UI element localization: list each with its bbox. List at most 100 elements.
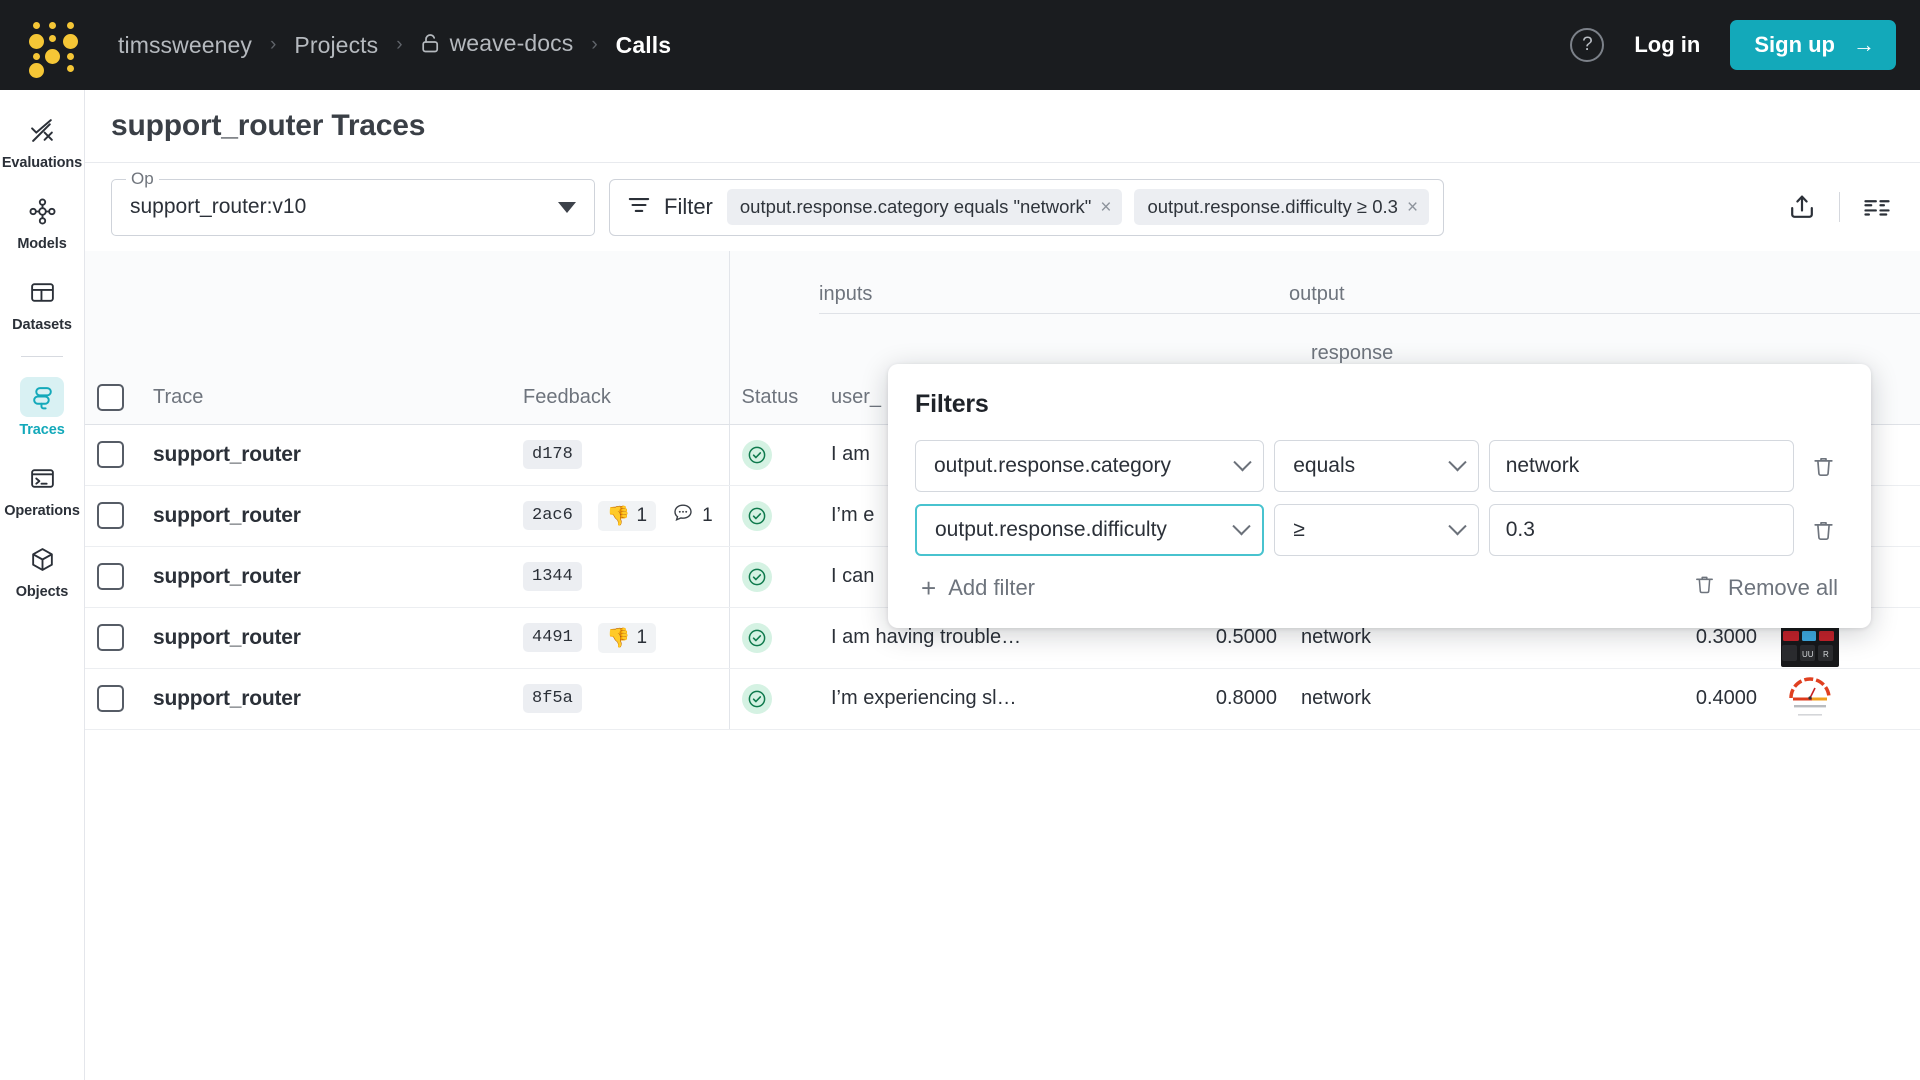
left-sidebar: Evaluations Models Datasets Traces Opera… xyxy=(0,90,85,1080)
close-icon[interactable]: × xyxy=(1100,198,1111,217)
remove-all-button[interactable]: Remove all xyxy=(1687,569,1844,606)
feedback-cell: 1344 xyxy=(523,562,717,591)
call-id: 1344 xyxy=(523,562,582,591)
trace-name[interactable]: support_router xyxy=(153,443,301,466)
delete-filter-button-1[interactable] xyxy=(1804,444,1844,488)
delete-filter-button-2[interactable] xyxy=(1804,508,1844,552)
filter-operator-value: ≥ xyxy=(1293,518,1305,541)
select-all-checkbox[interactable] xyxy=(97,383,124,411)
confidence-cell: 0.8000 xyxy=(1169,668,1289,730)
svg-text:UU: UU xyxy=(1802,650,1814,659)
trace-name[interactable]: support_router xyxy=(153,687,301,710)
filter-chip-difficulty[interactable]: output.response.difficulty ≥ 0.3 × xyxy=(1134,189,1430,225)
trace-name[interactable]: support_router xyxy=(153,565,301,588)
filter-field-value: output.response.difficulty xyxy=(935,518,1167,541)
objects-icon xyxy=(20,539,64,579)
login-link[interactable]: Log in xyxy=(1634,32,1700,58)
chevron-down-icon xyxy=(1447,452,1467,471)
note-badge[interactable]: 1 xyxy=(672,502,713,530)
signup-button[interactable]: Sign up → xyxy=(1730,20,1896,70)
arrow-right-icon: → xyxy=(1853,32,1875,57)
thumbs-down-count: 1 xyxy=(636,504,648,526)
filter-label: Filter xyxy=(664,194,713,219)
row-checkbox[interactable] xyxy=(97,685,124,712)
sidebar-label: Datasets xyxy=(12,317,72,333)
comment-icon xyxy=(672,502,694,530)
thumbs-down-count: 1 xyxy=(636,626,648,648)
note-count: 1 xyxy=(702,504,713,526)
table-row[interactable]: support_router 8f5a I’m experiencing sl…… xyxy=(85,668,1920,730)
op-select[interactable]: Op support_router:v10 xyxy=(111,168,595,236)
status-success-icon xyxy=(741,439,772,470)
filter-operator-value: equals xyxy=(1293,454,1356,477)
thumbs-down-icon: 👎 xyxy=(606,505,631,527)
column-header-feedback[interactable]: Feedback xyxy=(511,371,730,425)
row-checkbox[interactable] xyxy=(97,563,124,590)
breadcrumb-item-projects[interactable]: Projects xyxy=(290,32,382,59)
breadcrumb-item-project[interactable]: weave-docs xyxy=(417,30,578,60)
breadcrumb-item-calls[interactable]: Calls xyxy=(612,32,675,59)
filter-bar[interactable]: Filter output.response.category equals "… xyxy=(609,178,1445,236)
filter-field-value: output.response.category xyxy=(934,454,1171,477)
difficulty-cell: 0.4000 xyxy=(1629,668,1769,730)
filter-field-select-1[interactable]: output.response.category xyxy=(915,440,1265,492)
thumbnail-gauge-chart[interactable] xyxy=(1781,669,1839,728)
filter-operator-select-1[interactable]: equals xyxy=(1274,440,1479,492)
filters-popover-footer: + Add filter Remove all xyxy=(915,569,1844,606)
trace-name[interactable]: support_router xyxy=(153,626,301,649)
help-icon[interactable]: ? xyxy=(1570,28,1605,62)
breadcrumb-item-user[interactable]: timssweeney xyxy=(114,32,256,59)
column-settings-icon[interactable] xyxy=(1862,192,1892,222)
call-id: d178 xyxy=(523,440,582,469)
sidebar-item-traces[interactable]: Traces xyxy=(5,371,79,443)
filter-operator-select-2[interactable]: ≥ xyxy=(1274,504,1479,556)
breadcrumb: timssweeney › Projects › weave-docs › Ca… xyxy=(114,30,675,60)
sidebar-item-models[interactable]: Models xyxy=(5,185,79,257)
sidebar-item-evaluations[interactable]: Evaluations xyxy=(2,104,82,176)
plus-icon: + xyxy=(921,572,937,603)
row-checkbox[interactable] xyxy=(97,624,124,651)
breadcrumb-project-label: weave-docs xyxy=(449,30,574,56)
group-header-inputs: inputs xyxy=(819,251,1169,314)
export-icon[interactable] xyxy=(1787,192,1817,222)
filter-value-input-2[interactable] xyxy=(1488,504,1794,556)
thumbs-down-badge[interactable]: 👎 1 xyxy=(597,500,657,531)
svg-text:R: R xyxy=(1823,650,1829,659)
status-success-icon xyxy=(741,622,772,653)
chevron-down-icon xyxy=(1232,516,1251,535)
sidebar-item-objects[interactable]: Objects xyxy=(5,533,79,605)
toolbar-actions xyxy=(1787,192,1898,222)
column-header-status[interactable]: Status xyxy=(729,371,819,425)
sidebar-label: Models xyxy=(17,236,67,252)
column-header-trace[interactable]: Trace xyxy=(141,371,511,425)
signup-label: Sign up xyxy=(1754,32,1835,57)
models-icon xyxy=(20,191,64,231)
row-checkbox[interactable] xyxy=(97,502,124,529)
operations-icon xyxy=(20,458,64,498)
chevron-down-icon xyxy=(1233,452,1252,471)
add-filter-button[interactable]: + Add filter xyxy=(915,571,1041,605)
sidebar-item-operations[interactable]: Operations xyxy=(4,452,80,524)
filter-chip-category[interactable]: output.response.category equals "network… xyxy=(726,189,1123,225)
feedback-cell: 2ac6 👎 1 1 xyxy=(523,500,717,531)
filters-popover-title: Filters xyxy=(915,390,989,418)
close-icon[interactable]: × xyxy=(1407,198,1418,217)
datasets-icon xyxy=(20,272,64,312)
sidebar-label: Traces xyxy=(19,422,65,438)
filter-value-input-1[interactable] xyxy=(1488,440,1794,492)
select-all-cell xyxy=(85,371,141,425)
filter-field-select-2[interactable]: output.response.difficulty xyxy=(915,504,1265,556)
evaluations-icon xyxy=(20,110,64,150)
table-empty-space xyxy=(85,729,1920,730)
filters-popover: Filters output.response.category equals … xyxy=(888,364,1871,628)
thumbs-down-badge[interactable]: 👎 1 xyxy=(597,622,657,653)
trace-name[interactable]: support_router xyxy=(153,504,301,527)
add-filter-label: Add filter xyxy=(948,574,1036,600)
filter-chip-text: output.response.difficulty ≥ 0.3 xyxy=(1147,196,1398,217)
wandb-logo-icon[interactable] xyxy=(26,19,78,78)
page-header: support_router Traces xyxy=(85,90,1920,163)
topbar-actions: ? Log in Sign up → xyxy=(1570,20,1896,70)
row-checkbox[interactable] xyxy=(97,441,124,468)
filter-icon xyxy=(626,192,652,223)
sidebar-item-datasets[interactable]: Datasets xyxy=(5,266,79,338)
